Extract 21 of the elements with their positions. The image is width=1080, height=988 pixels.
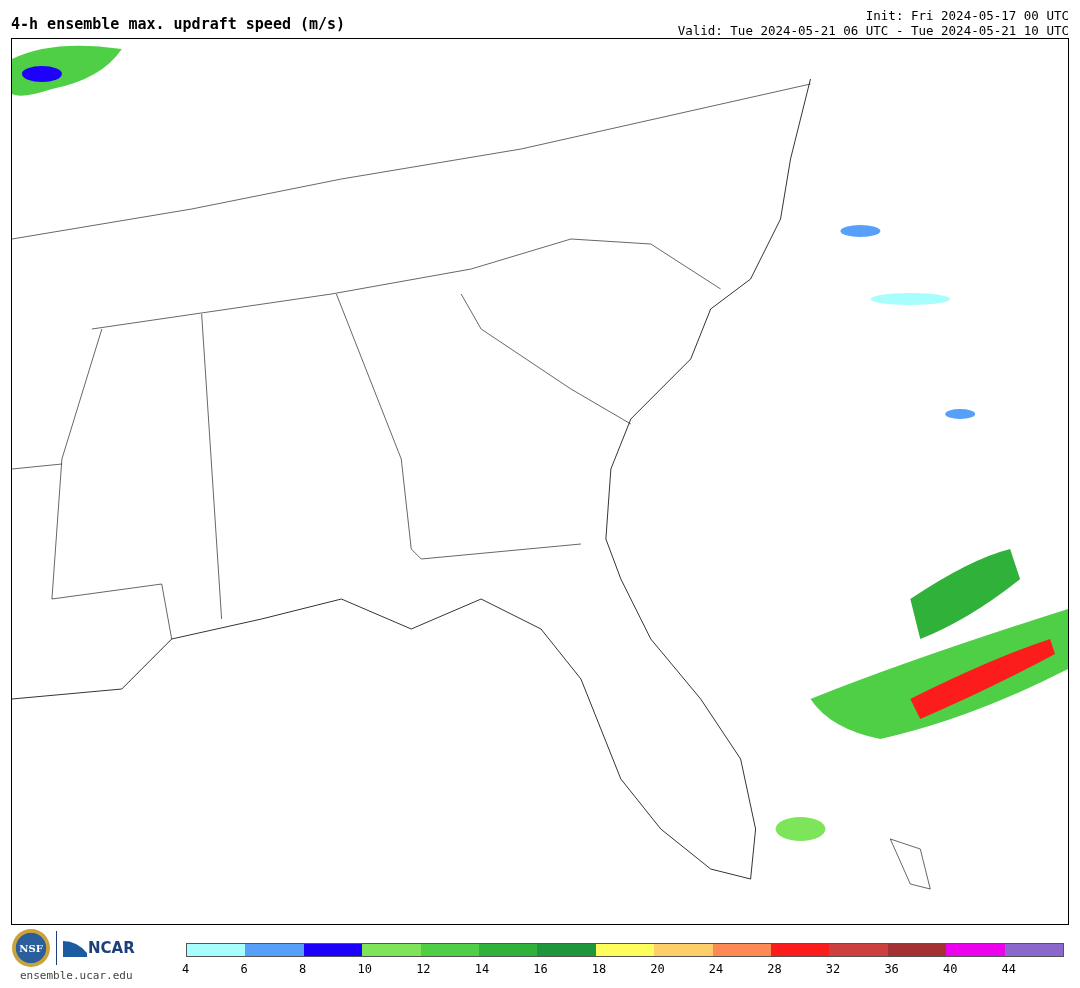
tick-label: 4	[182, 961, 191, 976]
tick-label: 32	[825, 961, 842, 976]
tick-label: 16	[533, 961, 549, 976]
tick-label: 14	[474, 961, 491, 976]
tick-label: 10	[357, 961, 374, 976]
tick-label: 28	[767, 961, 783, 976]
init-time: Init: Fri 2024-05-17 00 UTC	[865, 8, 1069, 23]
tick-label: 12	[416, 961, 432, 976]
tick-label: 8	[299, 961, 308, 976]
ncar-logo: NCAR	[63, 939, 135, 957]
tick-label: 24	[708, 961, 725, 976]
chart-title: 4-h ensemble max. updraft speed (m/s)	[11, 15, 346, 35]
valid-time: Valid: Tue 2024-05-21 06 UTC - Tue 2024-05-21 10 UTC	[677, 23, 1069, 38]
nsf-logo: NSF	[12, 929, 50, 967]
tick-label: 44	[1001, 961, 1017, 976]
tick-label: 6	[240, 961, 249, 976]
website-url: ensemble.ucar.edu	[20, 969, 133, 982]
tick-label: 20	[650, 961, 666, 976]
tick-label: 36	[884, 961, 900, 976]
tick-label: 40	[942, 961, 959, 976]
tick-label: 18	[591, 961, 608, 976]
